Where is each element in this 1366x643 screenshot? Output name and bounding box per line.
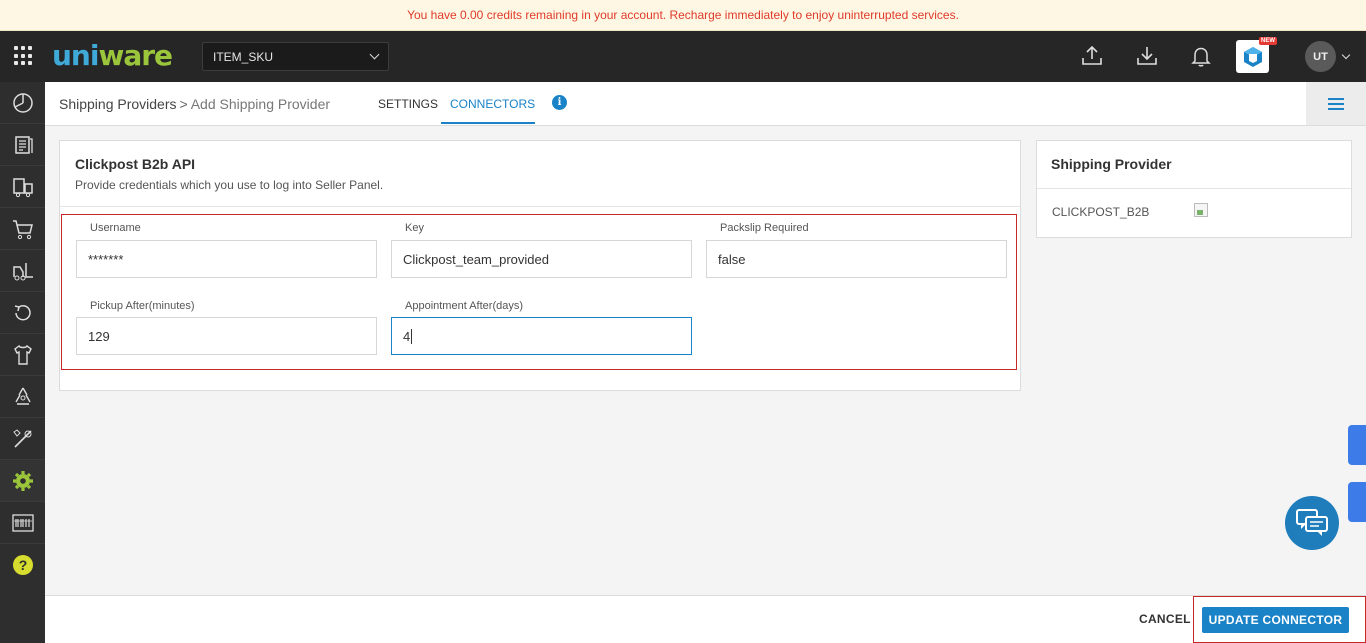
forklift-icon[interactable] [0, 250, 45, 292]
key-label: Key [405, 222, 424, 234]
uniware-logo[interactable]: uniware [52, 39, 173, 72]
packslip-required-label: Packslip Required [720, 222, 809, 234]
breadcrumb-separator: > [179, 96, 188, 112]
page-subheader: Shipping Providers > Add Shipping Provider… [45, 82, 1366, 126]
username-label: Username [90, 222, 141, 234]
products-icon[interactable] [0, 334, 45, 376]
chat-icon[interactable] [1285, 496, 1339, 550]
facility-select[interactable]: ITEM_SKU [202, 42, 389, 71]
shipping-provider-code: CLICKPOST_B2B [1052, 205, 1150, 219]
help-icon[interactable]: ? [0, 544, 45, 586]
credentials-form: Username ******* Key Clickpost_team_prov… [61, 214, 1017, 370]
breadcrumb-shipping-providers[interactable]: Shipping Providers [59, 96, 177, 112]
shipping-provider-title: Shipping Provider [1051, 156, 1172, 172]
barcode-icon[interactable] [0, 502, 45, 544]
pickup-after-field[interactable]: 129 [76, 317, 377, 355]
connector-panel: Clickpost B2b API Provide credentials wh… [59, 140, 1021, 391]
orders-icon[interactable] [0, 124, 45, 166]
upload-icon[interactable] [1080, 44, 1104, 68]
dashboard-icon[interactable] [0, 82, 45, 124]
shipping-provider-panel: Shipping Provider CLICKPOST_B2B [1036, 140, 1352, 238]
tab-settings[interactable]: SETTINGS [378, 97, 438, 111]
cancel-button[interactable]: CANCEL [1139, 612, 1191, 626]
panel-divider [1037, 188, 1351, 189]
appointment-after-field[interactable]: 4 [391, 317, 692, 355]
facility-select-value: ITEM_SKU [213, 49, 274, 64]
settings-icon[interactable] [0, 460, 45, 502]
hamburger-menu-icon[interactable] [1306, 82, 1366, 125]
returns-icon[interactable] [0, 292, 45, 334]
credits-warning-text: You have 0.00 credits remaining in your … [407, 8, 959, 22]
cart-icon[interactable] [0, 208, 45, 250]
shipping-icon[interactable] [0, 166, 45, 208]
action-footer: CANCEL UPDATE CONNECTOR [45, 595, 1366, 643]
update-connector-button[interactable]: UPDATE CONNECTOR [1202, 607, 1349, 633]
feedback-side-tab[interactable] [1348, 425, 1366, 465]
user-avatar[interactable]: UT [1305, 41, 1336, 72]
chevron-down-icon [369, 49, 380, 60]
connector-subtitle: Provide credentials which you use to log… [75, 178, 384, 192]
panel-divider [60, 206, 1020, 207]
username-field[interactable]: ******* [76, 240, 377, 278]
breadcrumb: Shipping Providers > Add Shipping Provider [59, 96, 330, 112]
text-cursor [411, 328, 413, 344]
tools-icon[interactable] [0, 418, 45, 460]
packslip-required-field[interactable]: false [706, 240, 1007, 278]
support-side-tab[interactable] [1348, 482, 1366, 522]
appointment-after-label: Appointment After(days) [405, 300, 524, 312]
pickup-after-label: Pickup After(minutes) [90, 300, 195, 312]
info-icon[interactable]: i [552, 95, 567, 110]
breadcrumb-current: Add Shipping Provider [190, 96, 331, 112]
tab-connectors[interactable]: CONNECTORS [450, 97, 535, 111]
connector-title: Clickpost B2b API [75, 156, 196, 172]
key-field[interactable]: Clickpost_team_provided [391, 240, 692, 278]
user-menu-chevron-icon[interactable] [1341, 50, 1351, 60]
svg-text:?: ? [18, 557, 27, 573]
credits-warning-banner: You have 0.00 credits remaining in your … [0, 0, 1366, 31]
top-header: uniware ITEM_SKU NEW UT [0, 31, 1366, 82]
sidebar: ? [0, 82, 45, 643]
app-grid-icon[interactable] [14, 46, 34, 66]
new-badge: NEW [1259, 37, 1277, 45]
provider-logo-image-icon [1194, 203, 1208, 217]
bell-icon[interactable] [1189, 44, 1213, 68]
recycle-icon[interactable] [0, 376, 45, 418]
active-tab-indicator [441, 122, 535, 124]
download-icon[interactable] [1135, 44, 1159, 68]
